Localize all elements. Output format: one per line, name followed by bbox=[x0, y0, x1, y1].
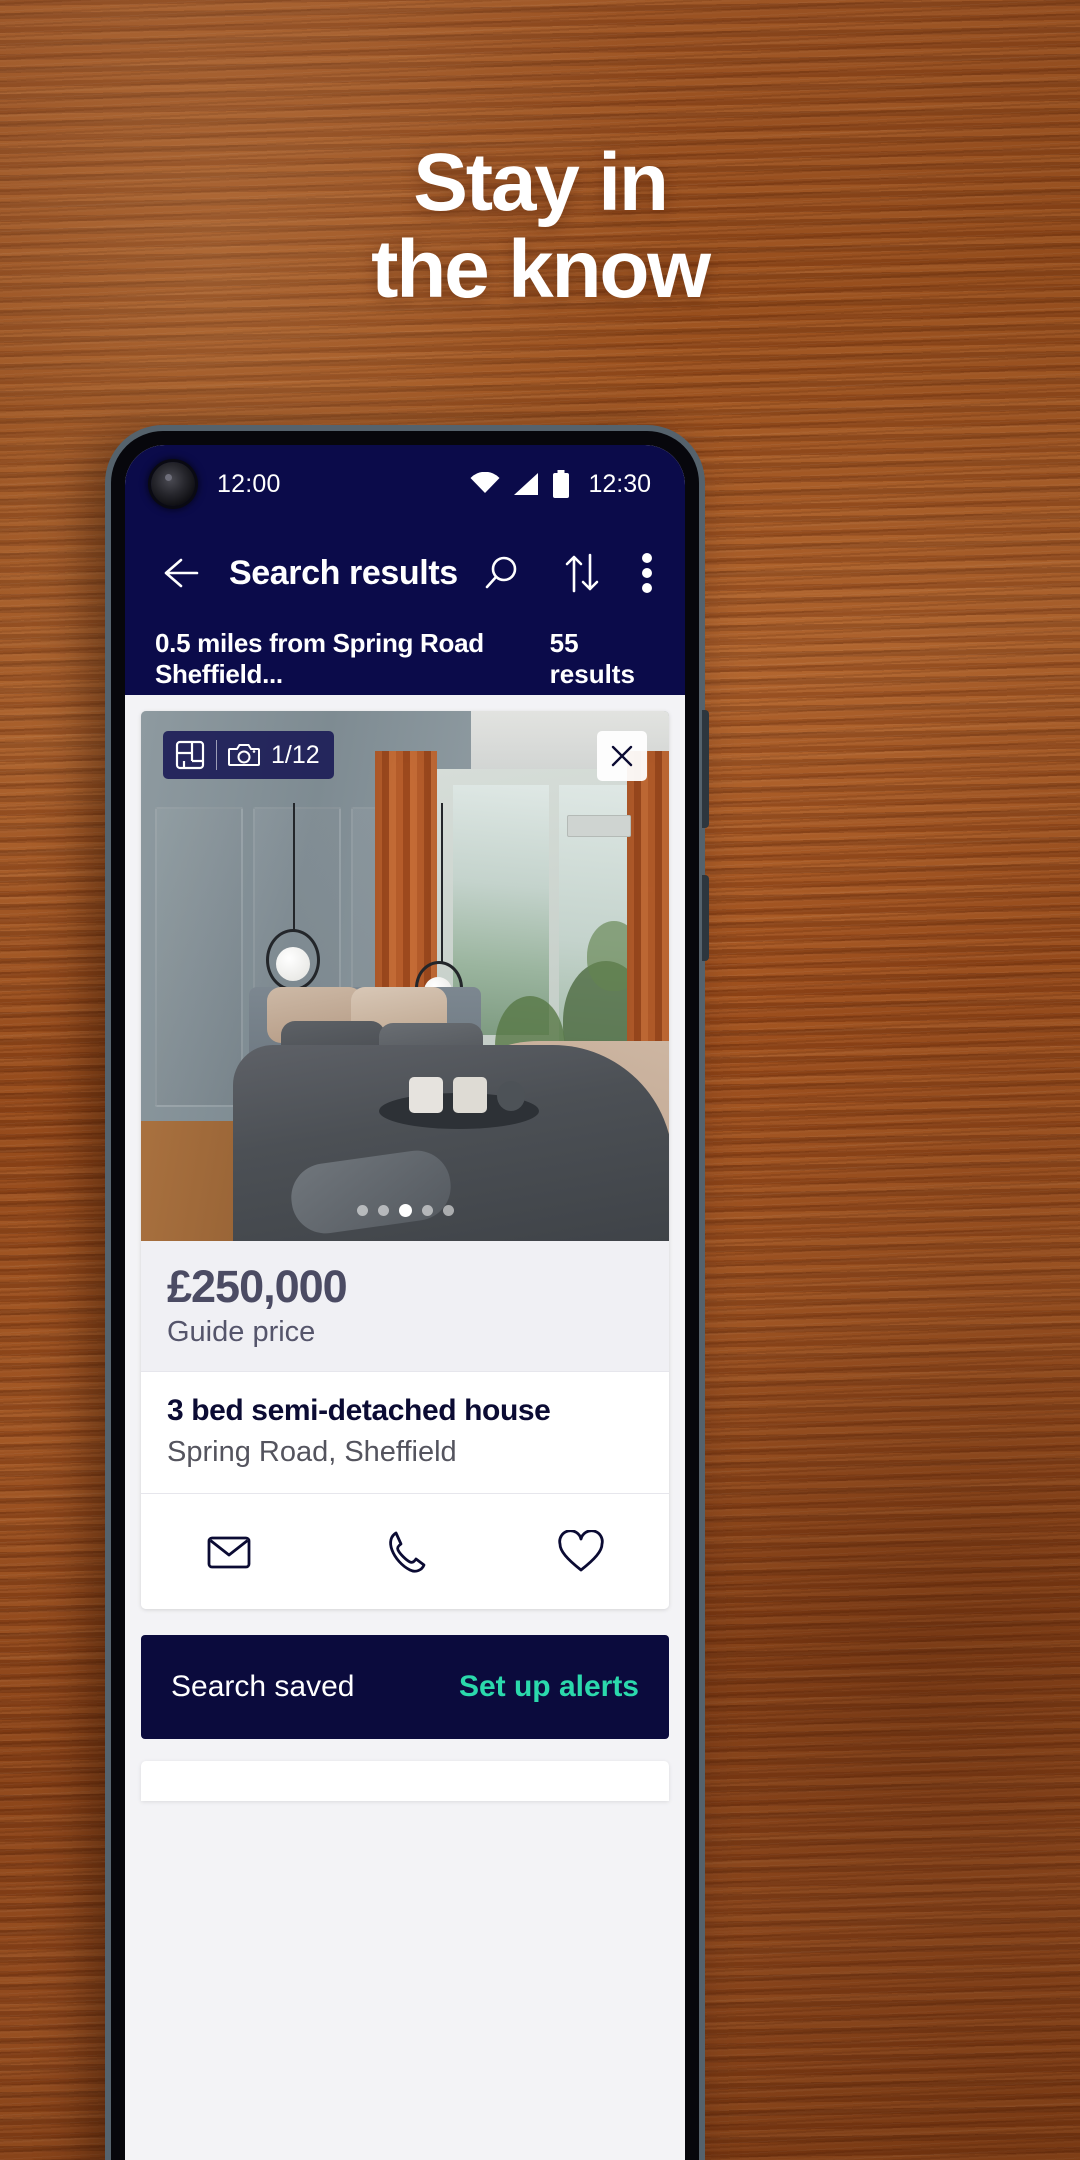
app-bar-actions bbox=[479, 551, 653, 595]
property-type: 3 bed semi-detached house bbox=[167, 1394, 551, 1428]
phone-button[interactable] bbox=[317, 1529, 493, 1575]
floorplan-icon[interactable] bbox=[175, 740, 205, 770]
property-address: Spring Road, Sheffield bbox=[167, 1436, 457, 1469]
phone-mockup: 12:00 12:30 Search results 0.5 miles fro… bbox=[105, 425, 709, 2160]
status-bar: 12:00 12:30 bbox=[125, 445, 685, 523]
badge-divider bbox=[216, 740, 217, 770]
camera-icon[interactable] bbox=[228, 742, 260, 768]
property-price: £250,000 bbox=[167, 1261, 348, 1312]
bedroom-illustration bbox=[141, 711, 669, 1241]
results-count: 55 results bbox=[549, 628, 635, 689]
carousel-dot[interactable] bbox=[442, 1205, 454, 1216]
status-clock: 12:30 bbox=[588, 469, 651, 498]
carousel-dot[interactable] bbox=[421, 1205, 433, 1216]
phone-screen: 12:00 12:30 Search results 0.5 miles fro… bbox=[125, 445, 685, 2160]
carousel-dot[interactable] bbox=[377, 1205, 389, 1216]
search-location-text: 0.5 miles from Spring Road Sheffield... bbox=[155, 628, 484, 689]
headline-line-2: the know bbox=[371, 223, 711, 315]
search-saved-text: Search saved bbox=[171, 1670, 355, 1704]
property-details[interactable]: 3 bed semi-detached house Spring Road, S… bbox=[141, 1371, 669, 1494]
sort-icon[interactable] bbox=[561, 551, 603, 595]
back-arrow-icon[interactable] bbox=[151, 547, 203, 599]
promo-headline: Stay in the know bbox=[0, 137, 1080, 315]
price-label: Guide price bbox=[167, 1316, 316, 1349]
search-summary-bar[interactable]: 0.5 miles from Spring Road Sheffield... … bbox=[125, 623, 685, 695]
wifi-icon bbox=[470, 472, 500, 496]
headline-line-1: Stay in bbox=[413, 137, 669, 228]
cellular-signal-icon bbox=[513, 472, 539, 496]
photo-counter: 1/12 bbox=[271, 740, 320, 769]
next-property-card[interactable] bbox=[141, 1761, 669, 1802]
property-card[interactable]: 1/12 £250,000 Guide price 3 bed semi-det… bbox=[141, 711, 669, 1610]
card-actions bbox=[141, 1493, 669, 1610]
carousel-dot[interactable] bbox=[356, 1205, 368, 1216]
page-title: Search results bbox=[229, 553, 458, 592]
carousel-dot-active[interactable] bbox=[398, 1204, 412, 1217]
property-photo[interactable]: 1/12 bbox=[141, 711, 669, 1241]
power-button[interactable] bbox=[702, 875, 709, 961]
save-favourite-button[interactable] bbox=[493, 1529, 669, 1574]
results-list: 1/12 £250,000 Guide price 3 bed semi-det… bbox=[125, 695, 685, 2160]
photo-carousel-dots[interactable] bbox=[141, 1204, 669, 1217]
search-icon[interactable] bbox=[479, 551, 523, 595]
overflow-menu-icon[interactable] bbox=[641, 551, 653, 595]
price-block: £250,000 Guide price bbox=[141, 1241, 669, 1372]
front-camera-punch-hole bbox=[151, 462, 195, 506]
status-icons: 12:30 bbox=[470, 470, 651, 499]
set-up-alerts-link[interactable]: Set up alerts bbox=[459, 1670, 639, 1704]
email-button[interactable] bbox=[141, 1532, 317, 1572]
photo-badge[interactable]: 1/12 bbox=[163, 731, 334, 779]
app-bar: Search results bbox=[125, 523, 685, 623]
battery-icon bbox=[552, 470, 570, 498]
search-saved-bar: Search saved Set up alerts bbox=[141, 1635, 669, 1740]
status-time-left: 12:00 bbox=[217, 469, 281, 498]
phone-bezel: 12:00 12:30 Search results 0.5 miles fro… bbox=[111, 431, 699, 2160]
close-icon[interactable] bbox=[597, 731, 647, 781]
volume-button[interactable] bbox=[702, 710, 709, 828]
